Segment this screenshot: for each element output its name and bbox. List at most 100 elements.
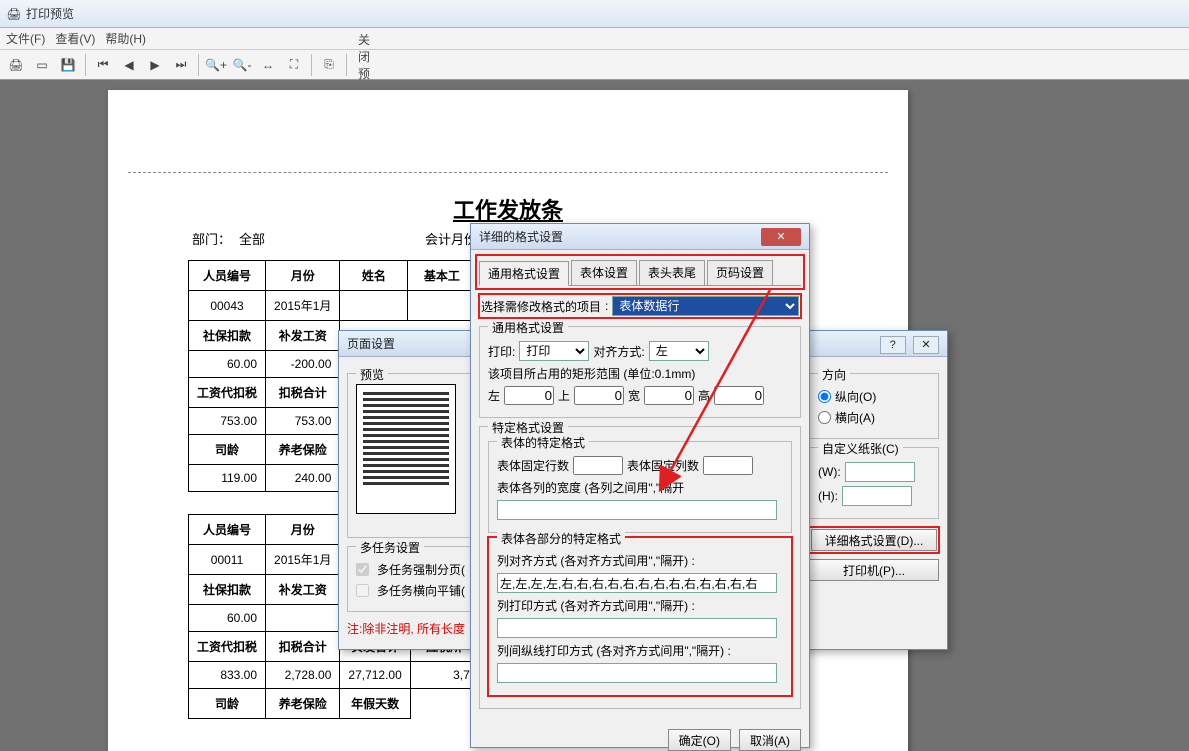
col-print-label: 列打印方式 (各对齐方式间用","隔开) : xyxy=(497,597,695,614)
help-icon[interactable]: ? xyxy=(880,336,906,354)
cell: 2015年1月 xyxy=(266,545,340,575)
save-icon[interactable]: 💾 xyxy=(56,53,80,77)
dialog-title-bar[interactable]: 详细的格式设置 ✕ xyxy=(471,224,809,250)
fit-page-icon[interactable]: ⛶ xyxy=(282,53,306,77)
next-page-icon[interactable]: ▶ xyxy=(143,53,167,77)
col-line-label: 列间纵线打印方式 (各对齐方式间用","隔开) : xyxy=(497,642,731,659)
width-label: 宽 xyxy=(628,387,640,404)
menu-view[interactable]: 查看(V) xyxy=(55,30,95,47)
col-header: 养老保险 xyxy=(266,435,340,465)
close-icon[interactable]: ✕ xyxy=(761,228,801,246)
window-title: 打印预览 xyxy=(26,5,74,22)
rect-label: 该项目所占用的矩形范围 (单位:0.1mm) xyxy=(488,365,695,382)
col-print-input[interactable] xyxy=(497,618,777,638)
workspace: 工作发放条 部门： 全部 会计月份： 人员编号月份姓名基本工 000432015… xyxy=(0,80,1189,751)
body-group-title: 表体的特定格式 xyxy=(497,434,589,451)
last-page-icon[interactable]: ⏭ xyxy=(169,53,193,77)
col-header: 补发工资 xyxy=(266,321,340,351)
menu-help[interactable]: 帮助(H) xyxy=(105,30,146,47)
col-width-input[interactable] xyxy=(497,500,777,520)
ok-button[interactable]: 确定(O) xyxy=(668,729,731,751)
cell: 60.00 xyxy=(189,351,266,378)
width-input[interactable] xyxy=(845,462,915,482)
height-input[interactable] xyxy=(714,386,764,405)
width-input[interactable] xyxy=(644,386,694,405)
fix-rows-input[interactable] xyxy=(573,456,623,475)
cell xyxy=(340,291,408,321)
landscape-radio[interactable] xyxy=(818,411,831,424)
print-select[interactable]: 打印 xyxy=(519,341,589,361)
cell: 00011 xyxy=(189,545,266,575)
first-page-icon[interactable]: ⏮ xyxy=(91,53,115,77)
cell: 3,7 xyxy=(410,662,478,689)
portrait-radio[interactable] xyxy=(818,390,831,403)
cell xyxy=(266,605,340,632)
col-line-input[interactable] xyxy=(497,663,777,683)
col-header: 司龄 xyxy=(189,435,266,465)
dialog-title: 详细的格式设置 xyxy=(479,224,563,250)
height-input[interactable] xyxy=(842,486,912,506)
col-header: 基本工 xyxy=(408,261,476,291)
col-align-input[interactable] xyxy=(497,573,777,593)
separator xyxy=(346,54,347,76)
menu-file[interactable]: 文件(F) xyxy=(6,30,45,47)
parts-group-title: 表体各部分的特定格式 xyxy=(497,530,625,547)
tab-paging[interactable]: 页码设置 xyxy=(707,260,773,285)
close-preview-button[interactable]: 关闭预览 xyxy=(352,53,376,77)
cell: 833.00 xyxy=(189,662,266,689)
col-header: 扣税合计 xyxy=(266,632,340,662)
tab-header-footer[interactable]: 表头表尾 xyxy=(639,260,705,285)
zoom-in-icon[interactable]: 🔍+ xyxy=(204,53,228,77)
cancel-button[interactable]: 取消(A) xyxy=(739,729,801,751)
col-header: 社保扣款 xyxy=(189,575,266,605)
fix-rows-label: 表体固定行数 xyxy=(497,457,569,474)
app-icon: 🖨 xyxy=(6,6,22,22)
height-label: 高 xyxy=(698,387,710,404)
detail-settings-button[interactable]: 详细格式设置(D)... xyxy=(811,529,937,551)
force-page-label: 多任务强制分页( xyxy=(377,561,465,578)
landscape-label: 横向(A) xyxy=(835,409,875,426)
tab-common[interactable]: 通用格式设置 xyxy=(479,261,569,286)
col-align-label: 列对齐方式 (各对齐方式间用","隔开) : xyxy=(497,552,695,569)
top-input[interactable] xyxy=(574,386,624,405)
page-icon[interactable]: ▭ xyxy=(30,53,54,77)
horizontal-tile-checkbox[interactable] xyxy=(356,584,369,597)
cell xyxy=(408,291,476,321)
tab-row: 通用格式设置 表体设置 表头表尾 页码设置 xyxy=(479,258,801,286)
direction-group-title: 方向 xyxy=(818,366,850,383)
tab-body[interactable]: 表体设置 xyxy=(571,260,637,285)
printer-button[interactable]: 打印机(P)... xyxy=(809,559,939,581)
align-select[interactable]: 左 xyxy=(649,341,709,361)
close-icon[interactable]: ✕ xyxy=(913,336,939,354)
cell: 753.00 xyxy=(266,408,340,435)
force-page-checkbox[interactable] xyxy=(356,563,369,576)
height-label: (H): xyxy=(818,489,838,503)
detail-format-dialog[interactable]: 详细的格式设置 ✕ 通用格式设置 表体设置 表头表尾 页码设置 选择需修改格式的… xyxy=(470,223,810,748)
common-group-title: 通用格式设置 xyxy=(488,319,568,336)
item-select[interactable]: 表体数据行 xyxy=(612,296,799,316)
separator-line xyxy=(128,172,888,173)
zoom-out-icon[interactable]: 🔍- xyxy=(230,53,254,77)
export-icon[interactable]: ⎘ xyxy=(317,53,341,77)
cell: 119.00 xyxy=(189,465,266,492)
cell: 27,712.00 xyxy=(340,662,410,689)
left-input[interactable] xyxy=(504,386,554,405)
col-header: 月份 xyxy=(266,515,340,545)
document-title: 工作发放条 xyxy=(128,193,888,225)
col-header: 月份 xyxy=(266,261,340,291)
prev-page-icon[interactable]: ◀ xyxy=(117,53,141,77)
horizontal-tile-label: 多任务横向平铺( xyxy=(377,582,465,599)
fix-cols-input[interactable] xyxy=(703,456,753,475)
left-label: 左 xyxy=(488,387,500,404)
col-header: 人员编号 xyxy=(189,261,266,291)
cell: -200.00 xyxy=(266,351,340,378)
col-header: 工资代扣税 xyxy=(189,632,266,662)
cell: 00043 xyxy=(189,291,266,321)
print-icon[interactable]: 🖨 xyxy=(4,53,28,77)
separator xyxy=(311,54,312,76)
cell: 60.00 xyxy=(189,605,266,632)
col-header: 补发工资 xyxy=(266,575,340,605)
cell: 2,728.00 xyxy=(266,662,340,689)
fit-width-icon[interactable]: ↔ xyxy=(256,53,280,77)
col-header: 工资代扣税 xyxy=(189,378,266,408)
